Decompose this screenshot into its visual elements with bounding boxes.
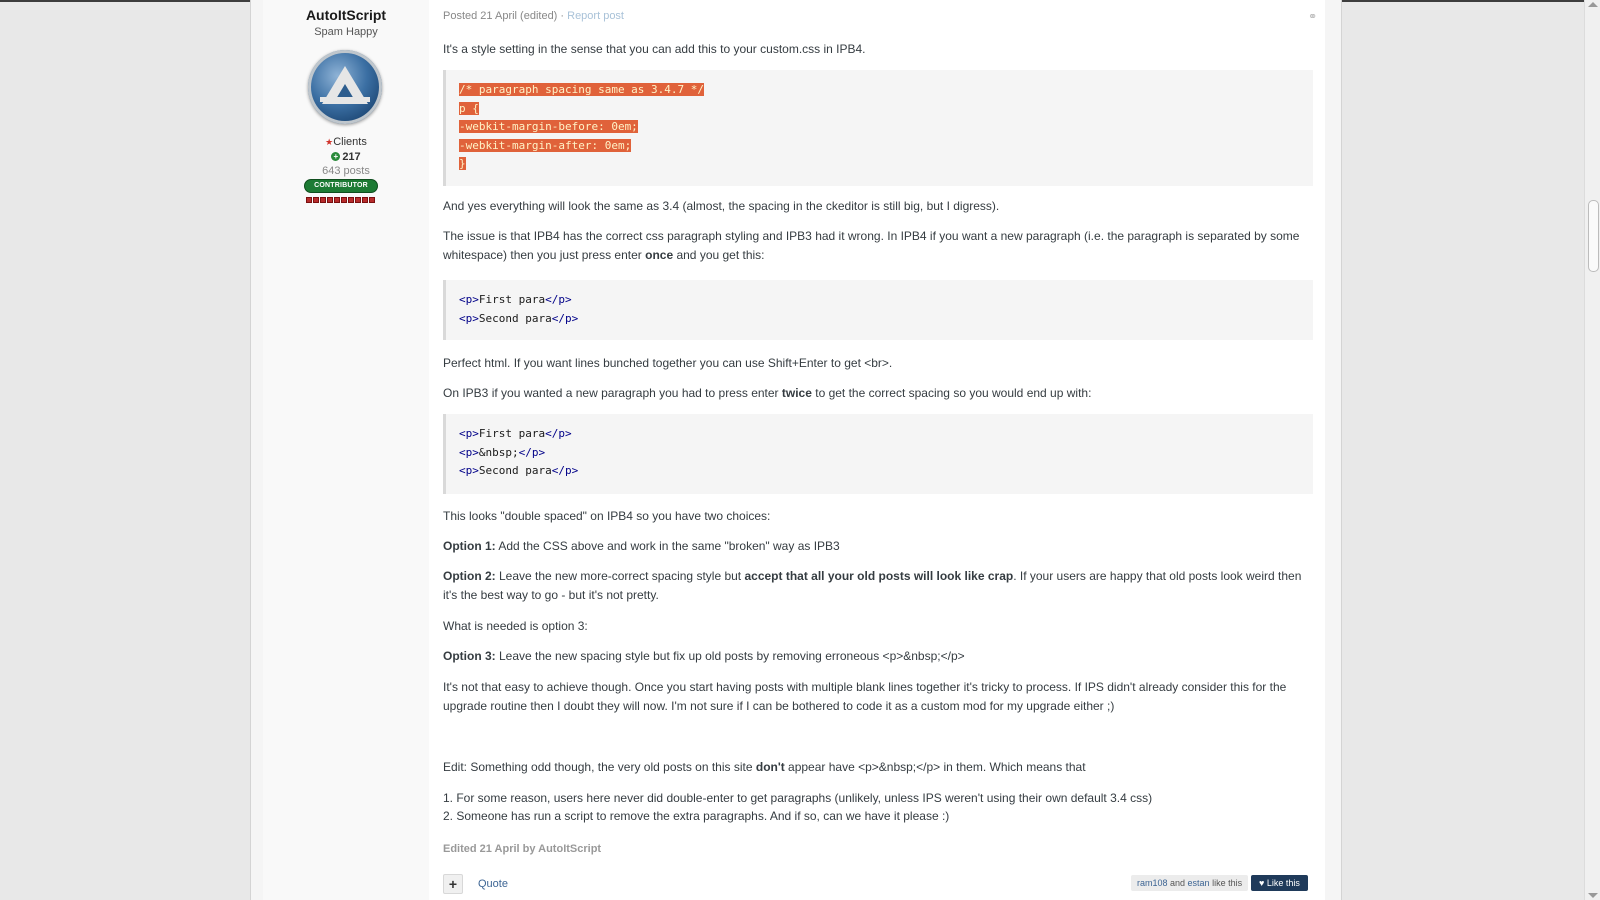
reputation[interactable]: +217 bbox=[263, 151, 429, 163]
author-group: ★Clients bbox=[325, 136, 367, 148]
option-2: Option 2: Leave the new more-correct spa… bbox=[443, 569, 1302, 602]
liker-link[interactable]: estan bbox=[1188, 878, 1210, 888]
paragraph: What is needed is option 3: bbox=[443, 619, 588, 633]
code-line: } bbox=[459, 157, 466, 170]
star-icon: ★ bbox=[325, 137, 334, 147]
paragraph: This looks "double spaced" on IPB4 so yo… bbox=[443, 509, 771, 523]
rank-pip bbox=[333, 197, 340, 203]
code-line: <p>Second para</p> bbox=[459, 464, 579, 477]
code-line: <p>&nbsp;</p> bbox=[459, 445, 546, 459]
scrollbar-thumb[interactable] bbox=[1588, 200, 1599, 272]
rank-pip bbox=[347, 197, 354, 203]
code-line: <p>Second para</p> bbox=[459, 311, 579, 325]
paragraph: It's a style setting in the sense that y… bbox=[443, 42, 866, 56]
code-line: /* paragraph spacing same as 3.4.7 */ bbox=[459, 83, 705, 96]
rank-pip bbox=[312, 197, 319, 203]
quote-link[interactable]: Quote bbox=[478, 878, 508, 890]
code-block-html-1: <p>First para</p> <p>Second para</p> bbox=[443, 280, 1313, 340]
rank-pip bbox=[305, 197, 312, 203]
likers-list: ram108 and estan like this bbox=[1131, 875, 1249, 891]
paragraph: Perfect html. If you want lines bunched … bbox=[443, 356, 893, 370]
liker-link[interactable]: ram108 bbox=[1137, 878, 1168, 888]
list-item: 1. For some reason, users here never did… bbox=[443, 791, 1153, 805]
author-title: Spam Happy bbox=[314, 26, 378, 38]
paragraph: On IPB3 if you wanted a new paragraph yo… bbox=[443, 386, 1092, 400]
rank-pip bbox=[361, 197, 368, 203]
post-count: 643 posts bbox=[322, 165, 370, 177]
posted-date: Posted 21 April (edited) · bbox=[443, 10, 568, 22]
author-name[interactable]: AutoItScript bbox=[263, 7, 429, 23]
code-line: -webkit-margin-after: 0em; bbox=[459, 138, 632, 152]
heart-icon: ♥ bbox=[1259, 878, 1265, 888]
like-button[interactable]: ♥ Like this bbox=[1251, 875, 1308, 891]
option-1: Option 1: Add the CSS above and work in … bbox=[443, 539, 840, 553]
code-line: p { bbox=[459, 101, 479, 115]
code-line: <p>First para</p> bbox=[459, 293, 572, 306]
rank-pip bbox=[340, 197, 347, 203]
list-item: 2. Someone has run a script to remove th… bbox=[443, 809, 950, 823]
scroll-up-icon[interactable] bbox=[1588, 2, 1598, 7]
avatar[interactable] bbox=[308, 50, 382, 124]
report-post-link[interactable]: Report post bbox=[567, 10, 624, 22]
scrollbar[interactable] bbox=[1584, 0, 1600, 900]
share-icon[interactable]: ⚭ bbox=[1308, 10, 1317, 23]
rank-pips bbox=[304, 197, 376, 203]
option-3: Option 3: Leave the new spacing style bu… bbox=[443, 649, 965, 663]
rank-pip bbox=[368, 197, 375, 203]
code-block-html-2: <p>First para</p> <p>&nbsp;</p> <p>Second … bbox=[443, 414, 1313, 494]
rank-pip bbox=[354, 197, 361, 203]
code-line: -webkit-margin-before: 0em; bbox=[459, 120, 638, 133]
scroll-down-icon[interactable] bbox=[1588, 893, 1598, 898]
edited-note: Edited 21 April by AutoItScript bbox=[443, 843, 602, 855]
code-block-css: /* paragraph spacing same as 3.4.7 */ p {… bbox=[443, 70, 1313, 186]
rank-pip bbox=[326, 197, 333, 203]
rank-pip bbox=[319, 197, 326, 203]
code-line: <p>First para</p> bbox=[459, 427, 572, 440]
paragraph: It's not that easy to achieve though. On… bbox=[443, 680, 1287, 713]
contributor-badge: CONTRIBUTOR bbox=[304, 179, 378, 193]
paragraph: And yes everything will look the same as… bbox=[443, 199, 1000, 213]
paragraph: Edit: Something odd though, the very old… bbox=[443, 760, 1086, 774]
author-panel: AutoItScript Spam Happy ★Clients +217 64… bbox=[263, 0, 429, 900]
paragraph: The issue is that IPB4 has the correct c… bbox=[443, 229, 1300, 262]
multiquote-button[interactable]: + bbox=[443, 874, 463, 894]
reputation-plus-icon: + bbox=[331, 152, 341, 161]
post-meta: Posted 21 April (edited) · Report post bbox=[443, 10, 624, 22]
